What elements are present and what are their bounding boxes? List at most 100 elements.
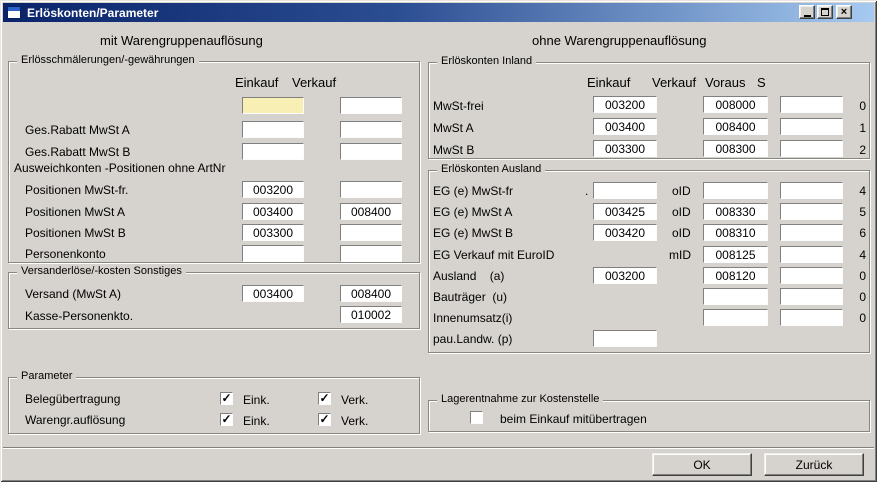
window-title: Erlöskonten/Parameter xyxy=(27,6,158,20)
belegsuebertragung-eink-checkbox[interactable] xyxy=(220,392,233,405)
mwst-frei-verkauf-field[interactable] xyxy=(703,96,768,113)
mwst-b-einkauf-field[interactable] xyxy=(593,140,657,157)
steuer-code: 6 xyxy=(840,226,866,240)
row-label: MwSt A xyxy=(433,121,474,135)
row-label: Positionen MwSt B xyxy=(25,226,126,240)
pau-landw-einkauf-field[interactable] xyxy=(593,330,657,347)
id-label: oID xyxy=(672,226,691,240)
mwst-a-einkauf-field[interactable] xyxy=(593,118,657,135)
bottom-divider xyxy=(3,447,874,449)
row-label: Positionen MwSt A xyxy=(25,205,125,219)
eg-mwst-a-verkauf-field[interactable] xyxy=(703,203,768,220)
ges-rabatt-mwst-a-verkauf-field[interactable] xyxy=(340,121,402,138)
pos-mwst-a-verkauf-field[interactable] xyxy=(340,203,402,220)
pos-mwst-a-einkauf-field[interactable] xyxy=(242,203,304,220)
close-icon: × xyxy=(841,7,847,18)
col-header-einkauf-right: Einkauf xyxy=(587,75,630,90)
back-button[interactable]: Zurück xyxy=(764,453,864,476)
minimize-button[interactable] xyxy=(799,5,815,19)
eg-mwst-fr-verkauf-field[interactable] xyxy=(703,182,768,199)
eg-mwst-fr-voraus-field[interactable] xyxy=(780,182,843,199)
checkbox-label: Eink. xyxy=(243,393,270,407)
checkbox-label: Eink. xyxy=(243,414,270,428)
minimize-icon xyxy=(804,15,811,17)
warengr-aufloesung-verk-checkbox[interactable] xyxy=(318,413,331,426)
mwst-a-voraus-field[interactable] xyxy=(780,118,843,135)
versand-einkauf-field[interactable] xyxy=(242,285,304,302)
belegsuebertragung-verk-checkbox[interactable] xyxy=(318,392,331,405)
schm-row0-verkauf-field[interactable] xyxy=(340,97,402,114)
label-dot: . xyxy=(585,184,588,198)
mwst-b-verkauf-field[interactable] xyxy=(703,140,768,157)
ges-rabatt-mwst-b-einkauf-field[interactable] xyxy=(242,143,304,160)
eg-mwst-a-einkauf-field[interactable] xyxy=(593,203,657,220)
col-header-verkauf-left: Verkauf xyxy=(292,75,336,90)
eg-mwst-b-verkauf-field[interactable] xyxy=(703,224,768,241)
mwst-frei-voraus-field[interactable] xyxy=(780,96,843,113)
maximize-button[interactable] xyxy=(817,5,833,19)
eg-mwst-fr-einkauf-field[interactable] xyxy=(593,182,657,199)
id-label: oID xyxy=(672,205,691,219)
id-label: oID xyxy=(672,184,691,198)
bautraeger-verkauf-field[interactable] xyxy=(703,288,768,305)
ok-button[interactable]: OK xyxy=(652,453,752,476)
versand-verkauf-field[interactable] xyxy=(340,285,402,302)
innenumsatz-voraus-field[interactable] xyxy=(780,309,843,326)
groupbox-lagerentnahme-title: Lagerentnahme zur Kostenstelle xyxy=(437,393,603,405)
personenkonto-einkauf-field[interactable] xyxy=(242,245,304,262)
ausland-voraus-field[interactable] xyxy=(780,267,843,284)
row-label: MwSt B xyxy=(433,143,474,157)
col-header-voraus: Voraus xyxy=(705,75,745,90)
mwst-frei-einkauf-field[interactable] xyxy=(593,96,657,113)
row-label: Innenumsatz(i) xyxy=(433,311,512,325)
steuer-code: 0 xyxy=(840,99,866,113)
bautraeger-voraus-field[interactable] xyxy=(780,288,843,305)
schm-row0-einkauf-field[interactable] xyxy=(242,97,304,114)
eg-mwst-a-voraus-field[interactable] xyxy=(780,203,843,220)
ausland-verkauf-field[interactable] xyxy=(703,267,768,284)
row-label: Ges.Rabatt MwSt A xyxy=(25,123,130,137)
ges-rabatt-mwst-a-einkauf-field[interactable] xyxy=(242,121,304,138)
close-button[interactable]: × xyxy=(836,5,852,19)
steuer-code: 0 xyxy=(840,290,866,304)
eg-mwst-b-einkauf-field[interactable] xyxy=(593,224,657,241)
mwst-a-verkauf-field[interactable] xyxy=(703,118,768,135)
eg-euroid-voraus-field[interactable] xyxy=(780,246,843,263)
steuer-code: 0 xyxy=(840,311,866,325)
row-label: Ges.Rabatt MwSt B xyxy=(25,145,130,159)
groupbox-versanderloese-title: Versanderlöse/-kosten Sonstiges xyxy=(17,265,186,277)
dialog-window: Erlöskonten/Parameter × mit Warengruppen… xyxy=(0,0,877,482)
checkbox-label: Verk. xyxy=(341,414,368,428)
personenkonto-verkauf-field[interactable] xyxy=(340,245,402,262)
ges-rabatt-mwst-b-verkauf-field[interactable] xyxy=(340,143,402,160)
row-label: Belegübertragung xyxy=(25,392,120,406)
column-header-ohne: ohne Warengruppenauflösung xyxy=(532,33,706,48)
pos-mwst-fr-verkauf-field[interactable] xyxy=(340,181,402,198)
ausland-einkauf-field[interactable] xyxy=(593,267,657,284)
mwst-b-voraus-field[interactable] xyxy=(780,140,843,157)
kasse-personenkto-verkauf-field[interactable] xyxy=(340,306,402,323)
row-label: Bauträger (u) xyxy=(433,290,507,304)
row-label: Personenkonto xyxy=(25,247,106,261)
groupbox-lagerentnahme: Lagerentnahme zur Kostenstelle xyxy=(428,400,870,432)
pos-mwst-fr-einkauf-field[interactable] xyxy=(242,181,304,198)
warengr-aufloesung-eink-checkbox[interactable] xyxy=(220,413,233,426)
eg-mwst-b-voraus-field[interactable] xyxy=(780,224,843,241)
lagerentnahme-checkbox[interactable] xyxy=(470,411,483,424)
steuer-code: 5 xyxy=(840,205,866,219)
col-header-einkauf-left: Einkauf xyxy=(235,75,278,90)
eg-euroid-verkauf-field[interactable] xyxy=(703,246,768,263)
pos-mwst-b-einkauf-field[interactable] xyxy=(242,224,304,241)
row-label: EG (e) MwSt A xyxy=(433,205,512,219)
window-icon xyxy=(7,6,21,19)
row-label: Warengr.auflösung xyxy=(25,413,125,427)
row-label: pau.Landw. (p) xyxy=(433,332,512,346)
col-header-verkauf-right: Verkauf xyxy=(652,75,696,90)
row-label: EG (e) MwSt B xyxy=(433,226,513,240)
pos-mwst-b-verkauf-field[interactable] xyxy=(340,224,402,241)
steuer-code: 1 xyxy=(840,121,866,135)
maximize-icon xyxy=(821,8,829,16)
steuer-code: 4 xyxy=(840,184,866,198)
id-label: mID xyxy=(669,248,691,262)
innenumsatz-verkauf-field[interactable] xyxy=(703,309,768,326)
